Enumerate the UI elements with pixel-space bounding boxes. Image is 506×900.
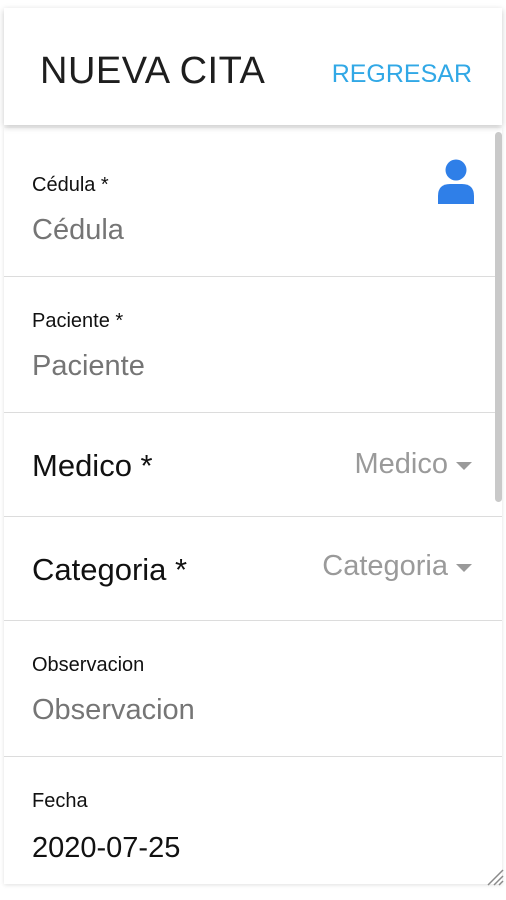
cedula-input[interactable] <box>32 214 412 247</box>
fecha-input[interactable]: 2020-07-25 <box>32 832 412 865</box>
caret-down-icon <box>456 461 472 470</box>
scrollbar[interactable] <box>495 132 502 502</box>
fecha-label: Fecha <box>32 790 88 812</box>
caret-down-icon <box>456 563 472 572</box>
cedula-field-group: Cédula * <box>4 128 502 277</box>
cedula-label: Cédula * <box>32 174 109 196</box>
categoria-label: Categoria * <box>32 552 188 587</box>
fecha-field-group: Fecha 2020-07-25 <box>4 758 502 884</box>
categoria-selected-value: Categoria <box>322 550 448 582</box>
categoria-select-row[interactable]: Categoria * Categoria <box>4 518 502 621</box>
page-title: NUEVA CITA <box>40 50 266 92</box>
categoria-select[interactable]: Categoria <box>322 550 472 583</box>
paciente-field-group: Paciente * <box>4 278 502 413</box>
medico-select-row[interactable]: Medico * Medico <box>4 414 502 517</box>
observacion-label: Observacion <box>32 654 145 676</box>
app-frame: NUEVA CITA REGRESAR Cédula * Paciente * … <box>0 0 506 900</box>
person-icon[interactable] <box>436 158 476 204</box>
appointment-form: Cédula * Paciente * Medico * Medico Cate… <box>4 128 502 884</box>
medico-selected-value: Medico <box>354 448 449 480</box>
paciente-label: Paciente * <box>32 310 124 332</box>
medico-label: Medico * <box>32 448 153 483</box>
resize-handle-icon[interactable] <box>484 866 504 886</box>
back-button[interactable]: REGRESAR <box>332 60 472 89</box>
observacion-input[interactable] <box>32 694 412 727</box>
observacion-field-group: Observacion <box>4 622 502 757</box>
medico-select[interactable]: Medico <box>354 448 472 481</box>
paciente-input[interactable] <box>32 350 412 383</box>
page-header: NUEVA CITA REGRESAR <box>4 8 502 125</box>
